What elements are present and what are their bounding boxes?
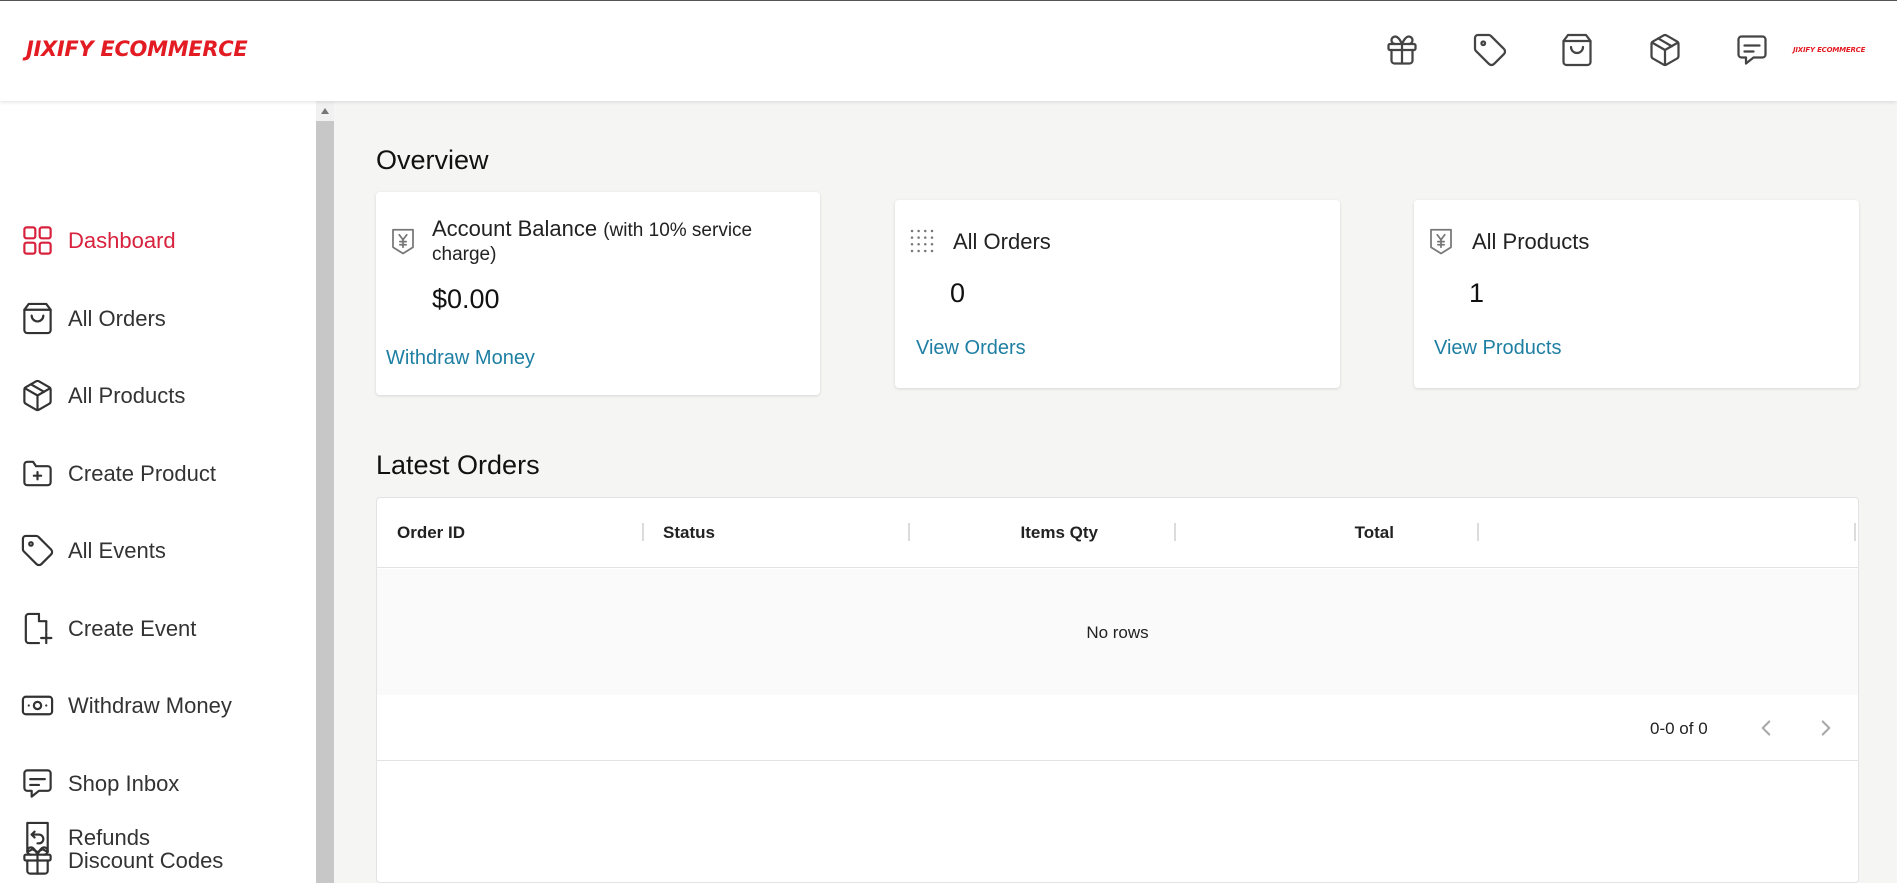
dotted-grid-icon xyxy=(907,226,937,256)
all-orders-title: All Orders xyxy=(953,229,1051,254)
sidebar-item-all-products[interactable]: All Products xyxy=(0,367,316,423)
table-header: Order ID Status Items Qty Total xyxy=(377,498,1858,568)
chevron-left-icon[interactable] xyxy=(1753,715,1779,741)
brand-logo[interactable]: JIXIFY ECOMMERCE xyxy=(26,37,248,61)
column-header-items-qty[interactable]: Items Qty xyxy=(928,523,1098,543)
all-products-card: All Products 1 View Products xyxy=(1414,200,1859,388)
all-products-value: 1 xyxy=(1469,278,1485,308)
file-plus-icon xyxy=(20,611,55,646)
account-balance-card: Account Balance (with 10% service charge… xyxy=(376,192,820,395)
no-rows-message: No rows xyxy=(1086,623,1149,642)
service-charge-note-cont: charge) xyxy=(432,244,497,265)
overview-title: Overview xyxy=(376,145,489,175)
all-orders-value: 0 xyxy=(950,278,966,308)
gift-icon[interactable] xyxy=(1384,32,1420,68)
sidebar-item-label: Dashboard xyxy=(68,228,176,253)
message-icon[interactable] xyxy=(1734,32,1770,68)
sidebar: Dashboard All Orders All Products Create… xyxy=(0,101,316,883)
column-separator[interactable] xyxy=(908,523,910,541)
service-charge-note: (with 10% service xyxy=(603,220,753,241)
sidebar-item-shop-inbox[interactable]: Shop Inbox xyxy=(0,755,316,811)
banknote-icon xyxy=(20,688,55,723)
sidebar-item-withdraw-money[interactable]: Withdraw Money xyxy=(0,677,316,733)
table-body: No rows xyxy=(377,569,1858,695)
all-orders-card: All Orders 0 View Orders xyxy=(895,200,1340,388)
withdraw-money-link[interactable]: Withdraw Money xyxy=(386,347,535,370)
package-icon[interactable] xyxy=(1647,32,1683,68)
column-separator[interactable] xyxy=(642,523,644,541)
latest-orders-table: Order ID Status Items Qty Total No rows … xyxy=(376,497,1859,883)
sidebar-scrollbar[interactable] xyxy=(316,101,334,883)
sidebar-item-label: Create Event xyxy=(68,616,197,641)
shopping-bag-icon[interactable] xyxy=(1559,32,1595,68)
scroll-up-arrow[interactable] xyxy=(316,101,334,121)
column-header-total[interactable]: Total xyxy=(1194,523,1394,543)
column-separator[interactable] xyxy=(1854,523,1856,541)
message-icon xyxy=(20,766,55,801)
column-separator[interactable] xyxy=(1174,523,1176,541)
yen-shopping-bag-icon xyxy=(1426,226,1456,256)
sidebar-item-label: All Products xyxy=(68,383,186,408)
top-header: JIXIFY ECOMMERCE JIXIFY ECOMMERCE xyxy=(0,0,1897,101)
account-balance-title: Account Balance xyxy=(432,216,598,241)
view-products-link[interactable]: View Products xyxy=(1434,337,1561,360)
pagination-range: 0-0 of 0 xyxy=(1650,719,1708,738)
avatar[interactable]: JIXIFY ECOMMERCE xyxy=(1793,46,1865,54)
column-separator[interactable] xyxy=(1477,523,1479,541)
column-header-order-id[interactable]: Order ID xyxy=(397,523,465,543)
column-header-status[interactable]: Status xyxy=(663,523,715,543)
grid-icon xyxy=(20,223,55,258)
sidebar-item-all-events[interactable]: All Events xyxy=(0,522,316,578)
receipt-refund-icon xyxy=(20,820,55,855)
sidebar-item-label: Withdraw Money xyxy=(68,693,232,718)
sidebar-item-all-orders[interactable]: All Orders xyxy=(0,290,316,346)
sidebar-item-label: Create Product xyxy=(68,461,216,486)
sidebar-item-dashboard[interactable]: Dashboard xyxy=(0,212,316,268)
sidebar-item-create-product[interactable]: Create Product xyxy=(0,445,316,501)
chevron-right-icon[interactable] xyxy=(1813,715,1839,741)
sidebar-item-create-event[interactable]: Create Event xyxy=(0,600,316,656)
tag-icon xyxy=(20,533,55,568)
sidebar-item-label: All Events xyxy=(68,538,166,563)
shopping-bag-icon xyxy=(20,301,55,336)
package-icon xyxy=(20,378,55,413)
view-orders-link[interactable]: View Orders xyxy=(916,337,1026,360)
table-pagination: 0-0 of 0 xyxy=(377,695,1858,761)
sidebar-item-label: All Orders xyxy=(68,306,166,331)
yen-shopping-bag-icon xyxy=(388,226,418,256)
account-balance-value: $0.00 xyxy=(432,284,500,314)
folder-plus-icon xyxy=(20,456,55,491)
sidebar-item-refunds[interactable]: Refunds xyxy=(0,809,316,865)
tag-icon[interactable] xyxy=(1472,32,1508,68)
sidebar-item-label: Shop Inbox xyxy=(68,771,180,796)
all-products-title: All Products xyxy=(1472,229,1590,254)
latest-orders-title: Latest Orders xyxy=(376,450,540,480)
sidebar-item-label: Refunds xyxy=(68,825,150,850)
